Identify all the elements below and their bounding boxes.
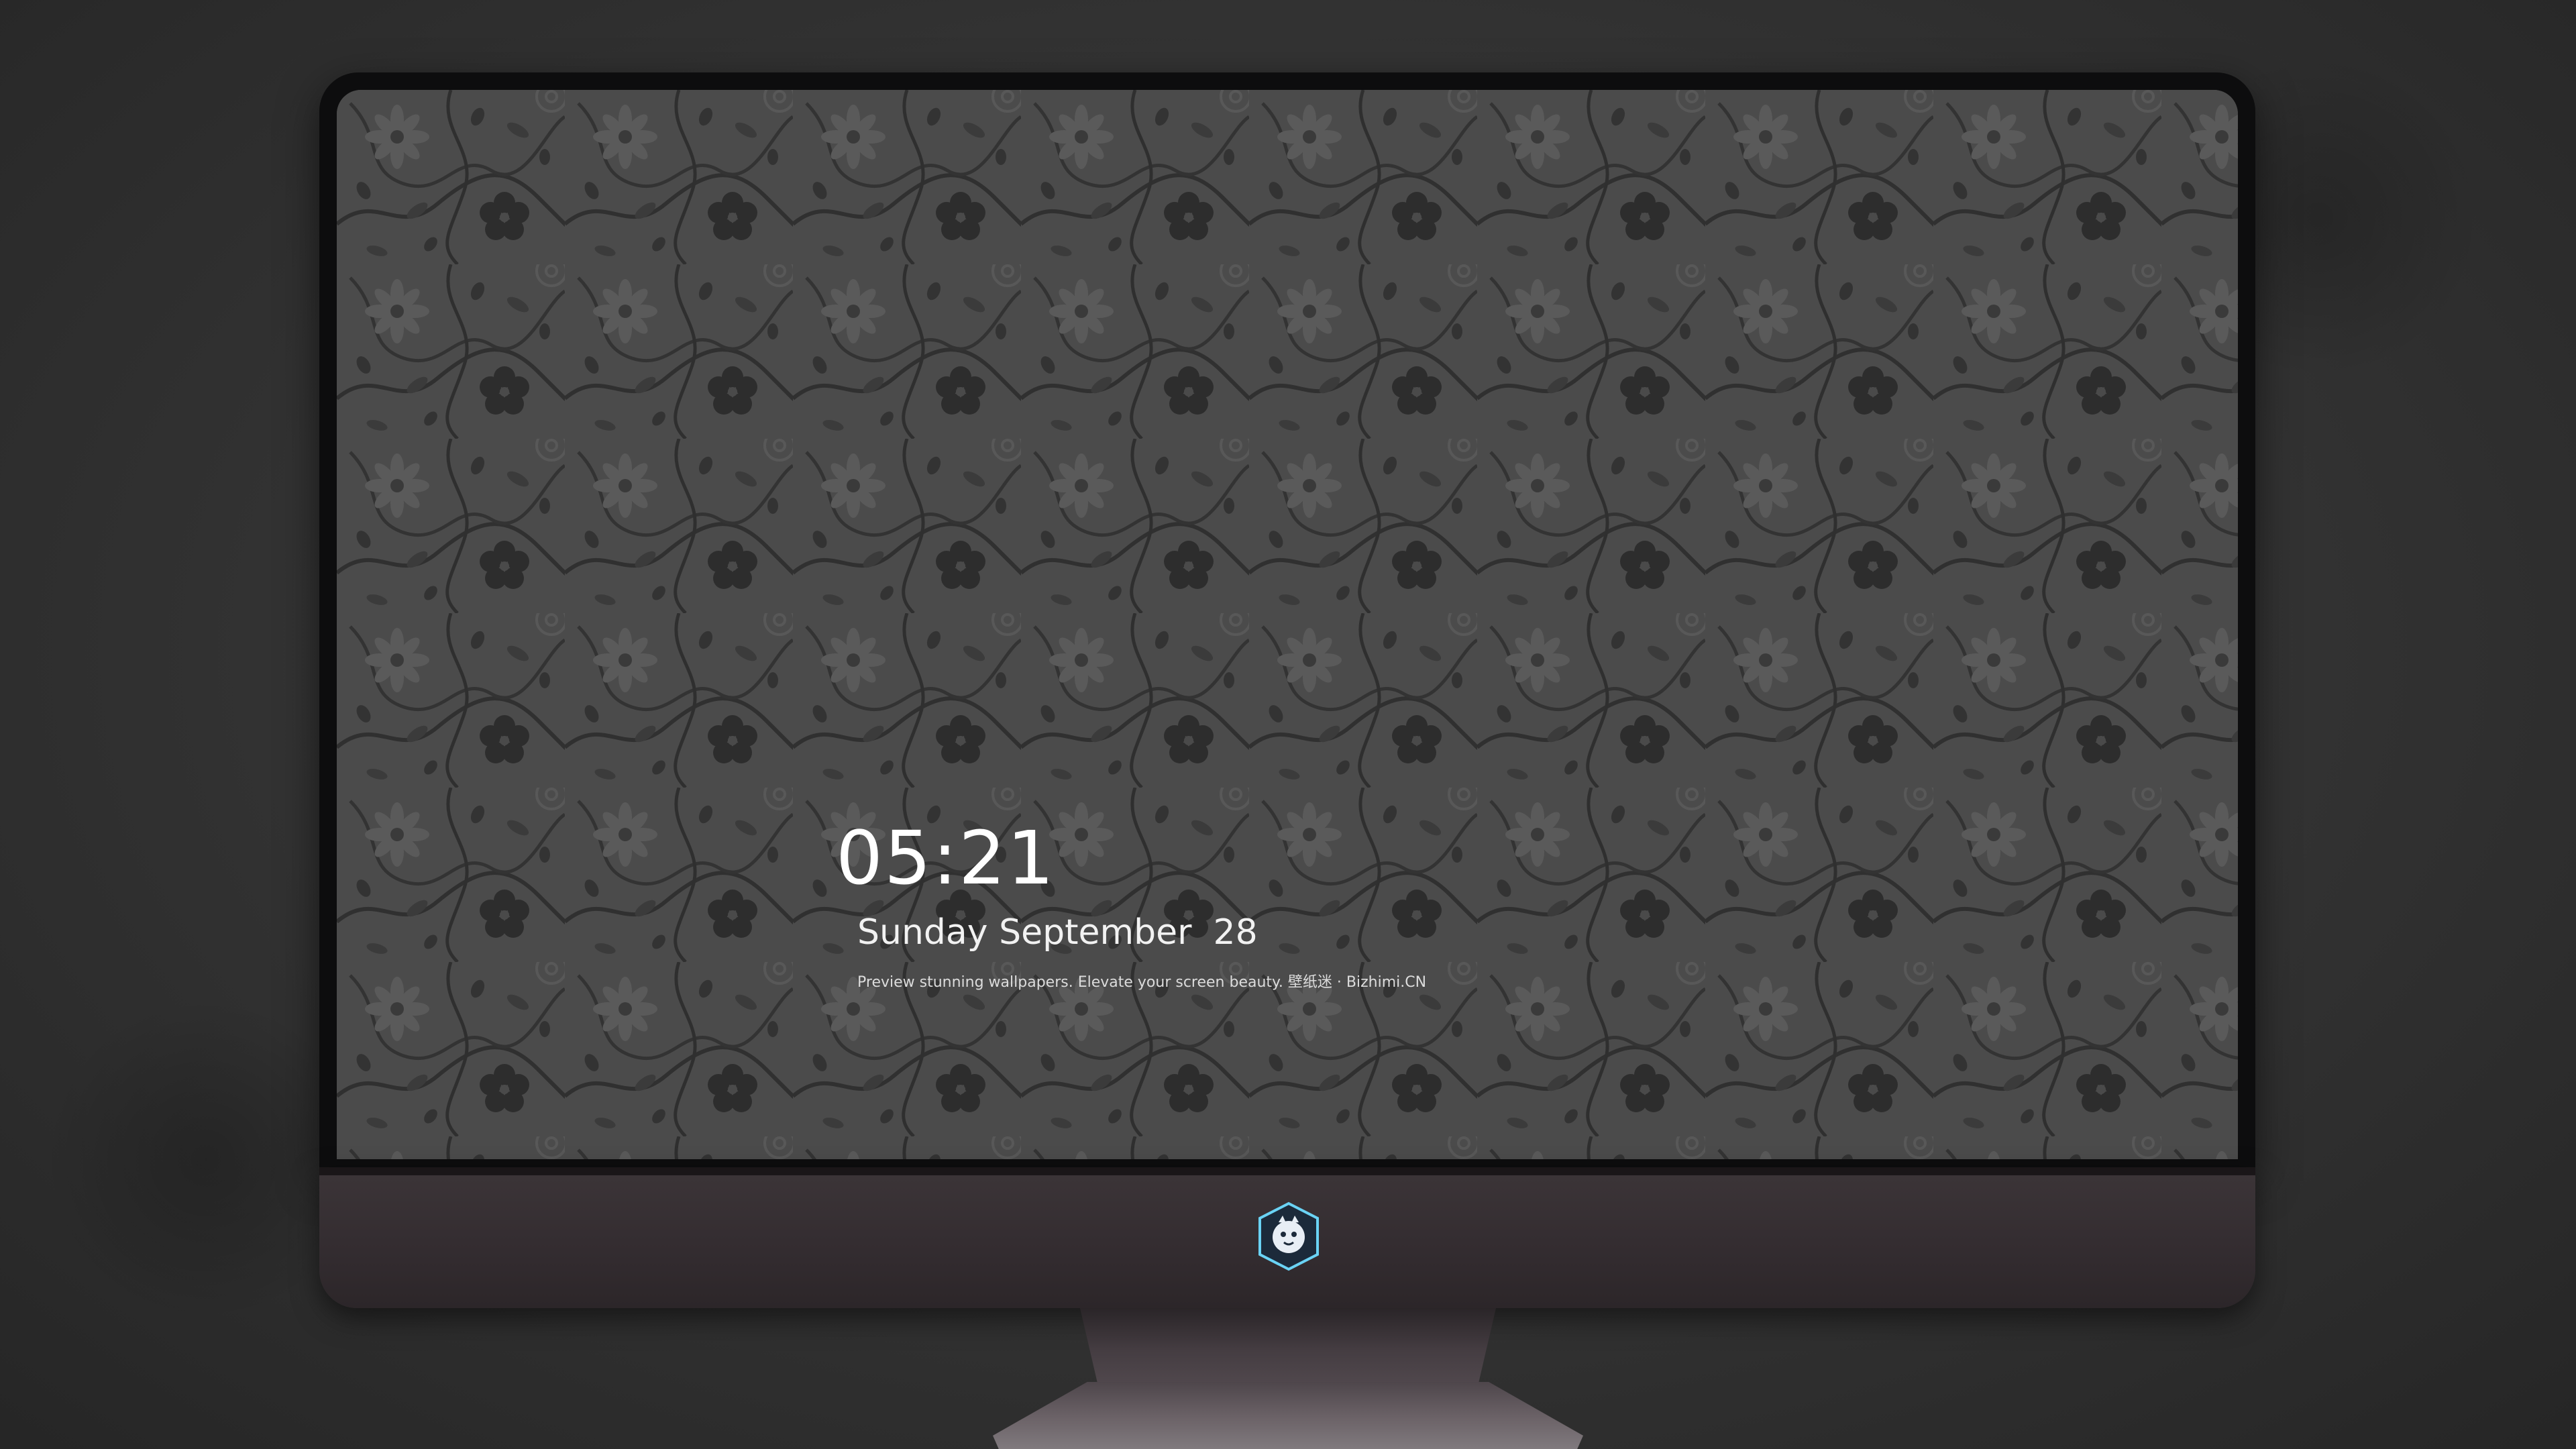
wallpaper-caption: Preview stunning wallpapers. Elevate you… <box>857 974 1427 991</box>
mascot-logo <box>1258 1201 1319 1271</box>
date-weekday-month: Sunday September <box>857 912 1192 953</box>
monitor-stand-base <box>993 1382 1583 1449</box>
lock-screen-time: 05:21 <box>836 815 1056 901</box>
chin-divider <box>319 1167 2255 1175</box>
monitor-bezel: 05:21 Sunday September 28 Preview stunnin… <box>319 72 2255 1167</box>
screen: 05:21 Sunday September 28 Preview stunnin… <box>337 90 2238 1159</box>
monitor: 05:21 Sunday September 28 Preview stunnin… <box>319 72 2255 1308</box>
floral-wallpaper <box>337 90 2238 1159</box>
date-day: 28 <box>1213 912 1258 953</box>
lock-screen-date: Sunday September 28 <box>857 915 1258 950</box>
